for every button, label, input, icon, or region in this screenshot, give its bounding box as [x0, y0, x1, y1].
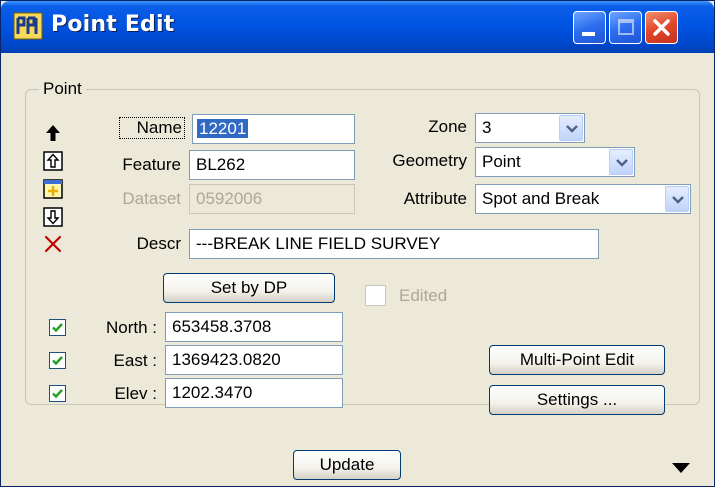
feature-field[interactable]: BL262 — [189, 150, 355, 180]
checkmark-icon — [52, 323, 63, 333]
minimize-icon — [582, 32, 595, 36]
geometry-label: Geometry — [392, 151, 467, 170]
close-icon — [653, 19, 670, 36]
edited-label: Edited — [399, 286, 448, 305]
chevron-down-icon — [566, 125, 578, 133]
elev-checkbox[interactable] — [49, 385, 66, 402]
geometry-combo[interactable]: Point — [475, 147, 635, 177]
zone-dropdown-button[interactable] — [559, 115, 583, 141]
elev-label: Elev : — [114, 384, 157, 403]
maximize-icon — [618, 19, 634, 35]
update-button[interactable]: Update — [293, 450, 401, 480]
page-down-icon[interactable] — [43, 207, 63, 227]
checkmark-icon — [52, 356, 63, 366]
attribute-dropdown-button[interactable] — [665, 186, 689, 212]
multi-point-edit-button[interactable]: Multi-Point Edit — [489, 345, 665, 375]
geometry-dropdown-button[interactable] — [609, 149, 633, 175]
elev-field[interactable]: 1202.3470 — [165, 378, 343, 408]
triangle-down-icon[interactable] — [670, 461, 692, 475]
arrow-up-icon[interactable] — [43, 123, 63, 143]
point-edit-window: Point Edit Point Name 12201 Feature BL26… — [0, 0, 715, 487]
east-field[interactable]: 1369423.0820 — [165, 345, 343, 375]
chevron-down-icon — [672, 196, 684, 204]
name-value: 12201 — [197, 119, 249, 138]
zone-value: 3 — [482, 118, 492, 137]
name-field[interactable]: 12201 — [192, 114, 355, 144]
maximize-button[interactable] — [609, 11, 642, 44]
name-label: Name — [119, 117, 185, 139]
attribute-label: Attribute — [403, 189, 467, 208]
minimize-button[interactable] — [573, 11, 606, 44]
checkmark-icon — [52, 389, 63, 399]
app-icon — [13, 12, 43, 40]
point-group-label: Point — [39, 79, 86, 99]
east-checkbox[interactable] — [49, 352, 66, 369]
chevron-down-icon — [616, 159, 628, 167]
insert-icon[interactable] — [43, 179, 63, 199]
dialog-body: Point Name 12201 Feature BL262 Dataset 0… — [1, 53, 714, 486]
window-title: Point Edit — [51, 12, 175, 37]
north-field[interactable]: 653458.3708 — [165, 312, 343, 342]
geometry-value: Point — [482, 152, 521, 171]
north-label: North : — [105, 318, 157, 337]
close-button[interactable] — [645, 11, 678, 44]
feature-label: Feature — [122, 155, 181, 174]
attribute-value: Spot and Break — [482, 189, 600, 208]
page-up-icon[interactable] — [43, 151, 63, 171]
descr-label: Descr — [136, 234, 181, 253]
edited-checkbox — [365, 285, 386, 306]
zone-combo[interactable]: 3 — [475, 113, 585, 143]
delete-x-icon[interactable] — [43, 234, 63, 254]
north-checkbox[interactable] — [49, 319, 66, 336]
descr-field[interactable]: ---BREAK LINE FIELD SURVEY — [189, 229, 599, 259]
dataset-field: 0592006 — [189, 184, 355, 214]
set-by-dp-button[interactable]: Set by DP — [163, 273, 335, 303]
dataset-label: Dataset — [122, 189, 181, 208]
attribute-combo[interactable]: Spot and Break — [475, 184, 691, 214]
east-label: East : — [113, 351, 157, 370]
title-bar[interactable]: Point Edit — [1, 1, 714, 53]
settings-button[interactable]: Settings ... — [489, 385, 665, 415]
zone-label: Zone — [428, 117, 467, 136]
